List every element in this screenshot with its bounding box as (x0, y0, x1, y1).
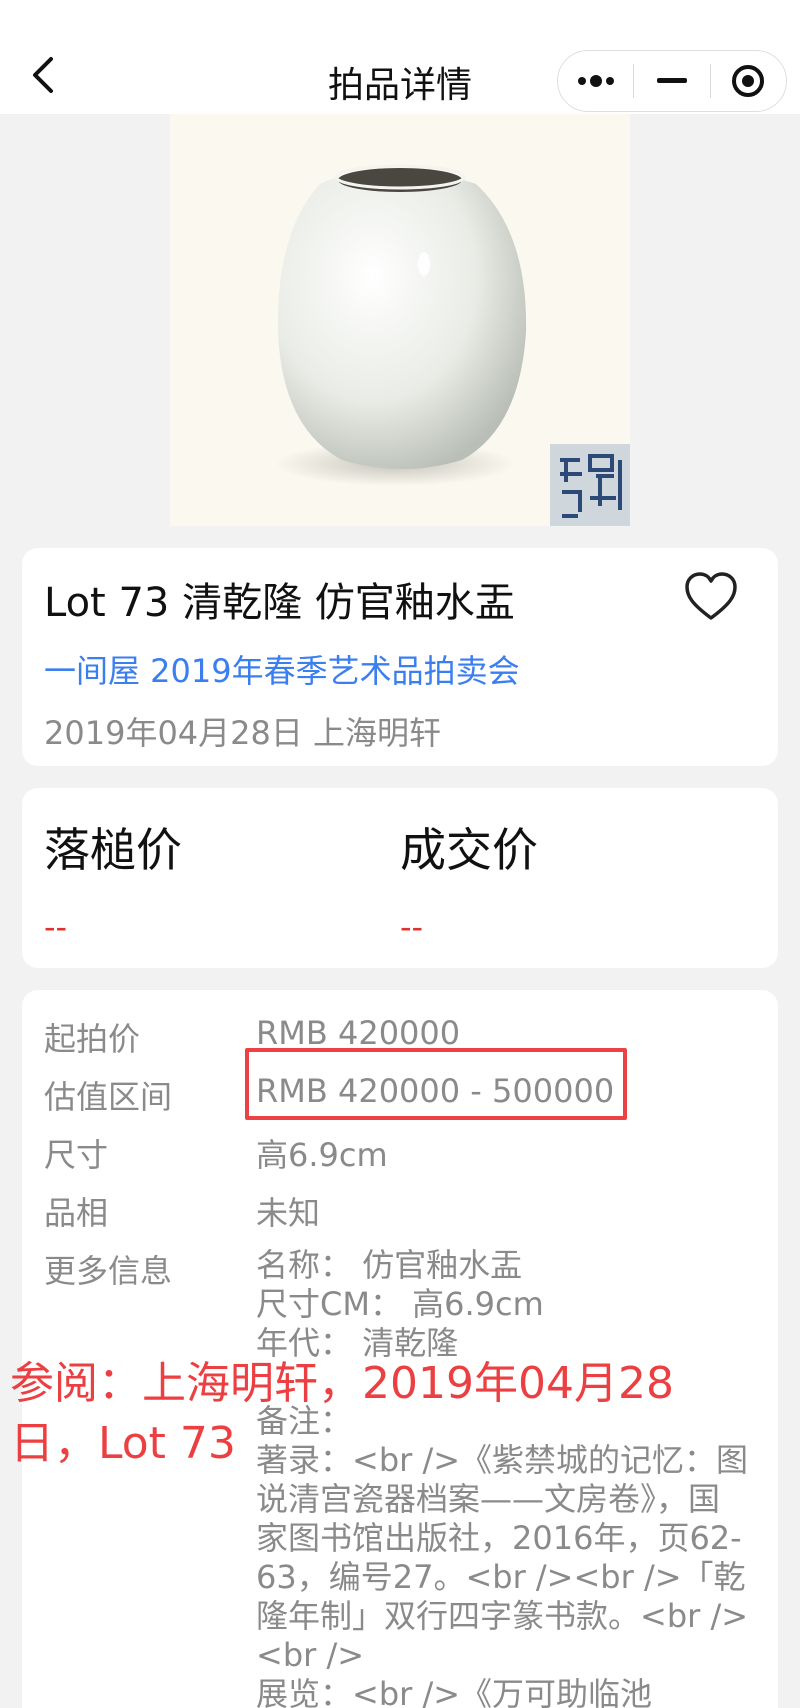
auction-name-link[interactable]: 一间屋 2019年春季艺术品拍卖会 (44, 646, 520, 692)
record-target-icon (732, 65, 765, 97)
condition-label: 品相 (44, 1194, 109, 1232)
size-value: 高6.9cm (256, 1136, 388, 1174)
more-info-line: 名称： 仿官釉水盂 (256, 1246, 523, 1284)
hammer-price-label: 落槌价 (44, 823, 182, 877)
estimate-highlight-box (245, 1048, 627, 1120)
nav-header: 拍品详情 (0, 0, 800, 114)
more-button[interactable] (558, 51, 633, 111)
start-price-label: 起拍价 (44, 1020, 141, 1058)
start-price-value: RMB 420000 (256, 1014, 461, 1052)
favorite-button[interactable] (682, 570, 740, 624)
price-card: 落槌价 -- 成交价 -- (22, 788, 778, 968)
hammer-price: 落槌价 -- (44, 814, 182, 946)
estimate-label: 估值区间 (44, 1078, 173, 1116)
more-info-line: <br /> (256, 1636, 365, 1674)
more-info-line: 隆年制」双行四字篆书款。<br /> (256, 1597, 749, 1635)
more-info-text: 名称： 仿官釉水盂 尺寸CM： 高6.9cm 年代： 清乾隆 备注： 著录：<b… (256, 1246, 776, 1708)
lot-info-card: 起拍价 RMB 420000 估值区间 RMB 420000 - 500000 … (22, 990, 778, 1708)
reference-annotation: 参阅：上海明轩，2019年04月28 日，Lot 73 (10, 1354, 710, 1474)
more-dots-icon (577, 75, 614, 87)
water-pot-image (170, 114, 630, 526)
close-miniprogram-button[interactable] (711, 51, 786, 111)
minimize-button[interactable] (634, 51, 709, 111)
condition-value: 未知 (256, 1194, 321, 1232)
more-info-line: 尺寸CM： 高6.9cm (256, 1285, 544, 1323)
more-info-line: 家图书馆出版社，2016年，页62- (256, 1519, 742, 1557)
more-info-line: 展览：<br />《万可助临池 (256, 1675, 653, 1708)
auction-date-location: 2019年04月28日 上海明轩 (44, 714, 442, 752)
lot-image[interactable] (170, 114, 630, 526)
lot-summary-card: Lot 73 清乾隆 仿官釉水盂 一间屋 2019年春季艺术品拍卖会 2019年… (22, 548, 778, 766)
deal-price-label: 成交价 (400, 823, 538, 877)
deal-price-value: -- (400, 908, 424, 946)
lot-title: Lot 73 清乾隆 仿官釉水盂 (44, 580, 515, 626)
deal-price: 成交价 -- (400, 814, 538, 946)
more-info-line: 63，编号27。<br /><br />「乾 (256, 1558, 746, 1596)
hammer-price-value: -- (44, 908, 68, 946)
mini-program-capsule (557, 50, 787, 112)
heart-outline-icon (685, 572, 737, 620)
more-info-label: 更多信息 (44, 1252, 173, 1290)
annotation-line: 参阅：上海明轩，2019年04月28 (10, 1358, 674, 1409)
annotation-line: 日，Lot 73 (10, 1418, 236, 1469)
more-info-line: 说清宫瓷器档案——文房卷》，国 (256, 1480, 721, 1518)
minimize-icon (656, 78, 687, 83)
size-label: 尺寸 (44, 1136, 109, 1174)
